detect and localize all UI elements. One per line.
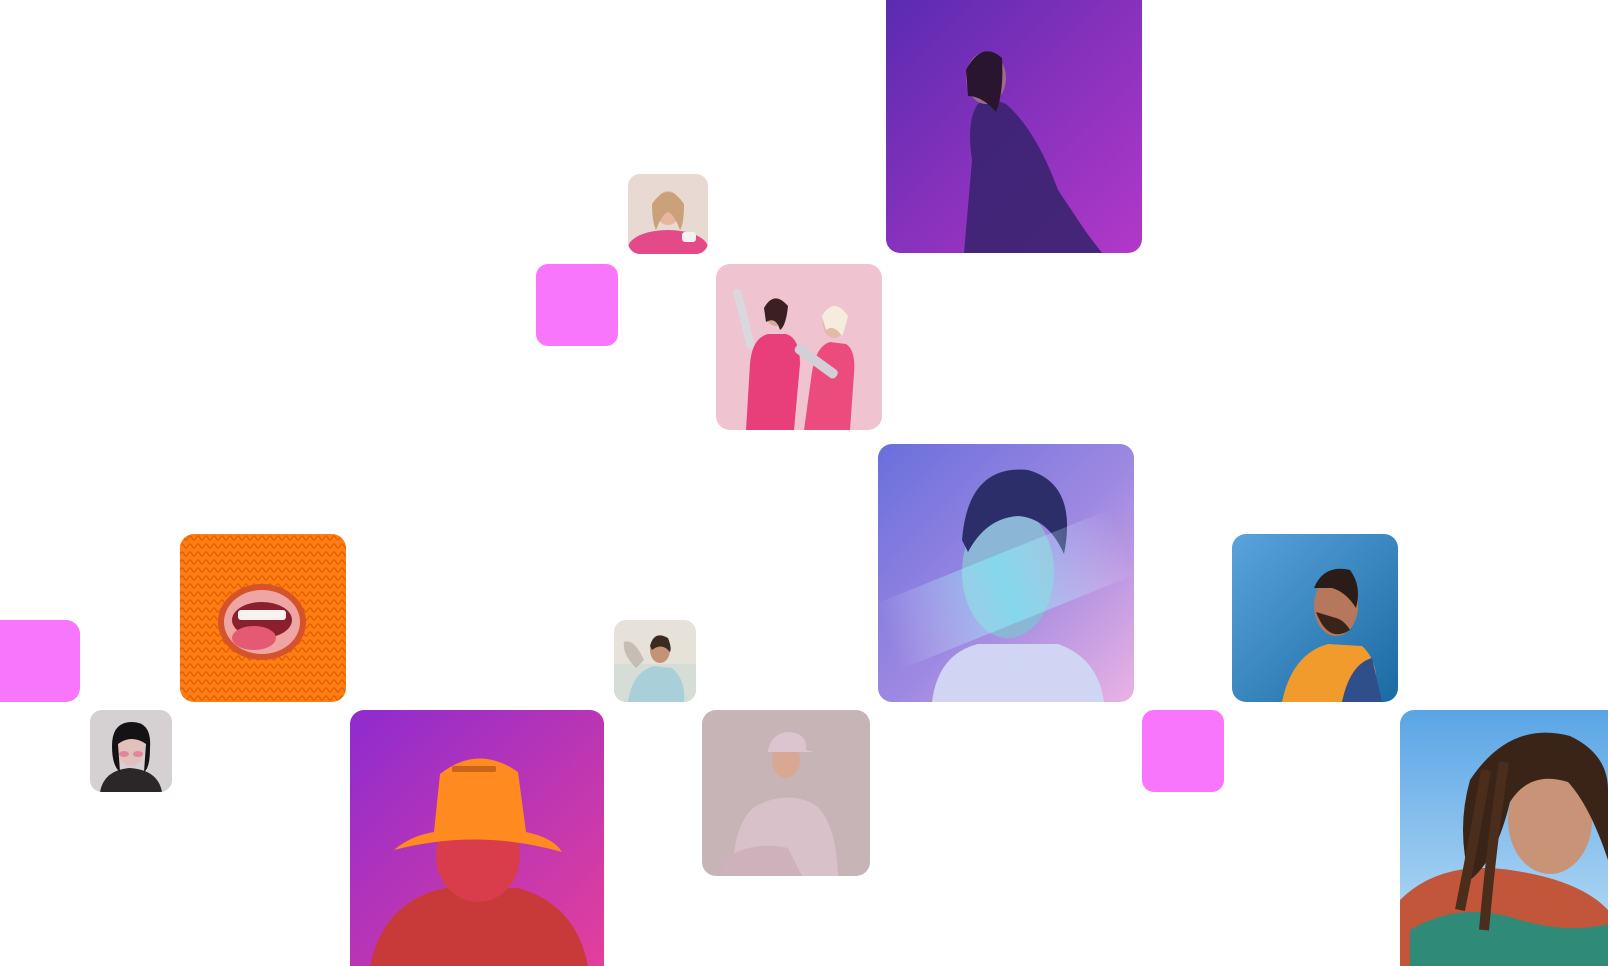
photo-image: [1400, 710, 1608, 966]
photo-image: [180, 534, 346, 702]
photo-image: [90, 710, 172, 792]
artist-photo-tile[interactable]: [1232, 534, 1398, 702]
photo-image: [716, 264, 882, 430]
accent-square: [1142, 710, 1224, 792]
artist-photo-tile[interactable]: [702, 710, 870, 876]
artist-photo-tile[interactable]: [350, 710, 604, 966]
photo-image: [614, 620, 696, 702]
artist-photo-tile[interactable]: [716, 264, 882, 430]
photo-image: [628, 174, 708, 254]
photo-image: [702, 710, 870, 876]
photo-image: [878, 444, 1134, 702]
artist-photo-tile[interactable]: [614, 620, 696, 702]
artist-photo-tile[interactable]: [1400, 710, 1608, 966]
artist-photo-tile[interactable]: [878, 444, 1134, 702]
accent-square: [536, 264, 618, 346]
photo-image: [1232, 534, 1398, 702]
artist-photo-tile[interactable]: [180, 534, 346, 702]
artist-photo-tile[interactable]: [628, 174, 708, 254]
artist-photo-tile[interactable]: [90, 710, 172, 792]
artist-photo-tile[interactable]: [886, 0, 1142, 253]
accent-square: [0, 620, 80, 702]
photo-image: [886, 0, 1142, 253]
photo-image: [350, 710, 604, 966]
